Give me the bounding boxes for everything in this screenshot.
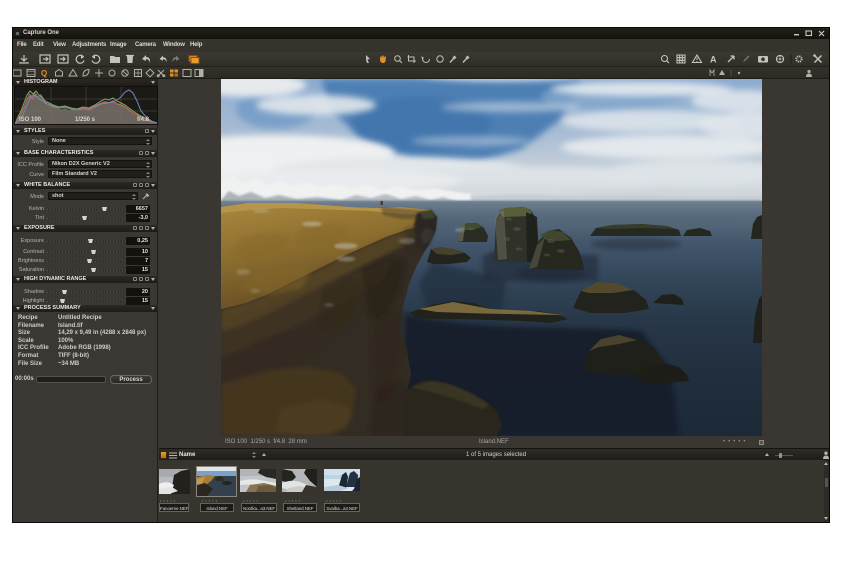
svg-text:ISO 100: ISO 100: [19, 117, 42, 123]
svg-text:Q: Q: [41, 69, 47, 78]
svg-text:1/250 s: 1/250 s: [75, 117, 96, 123]
svg-text:f/4.8: f/4.8: [137, 117, 150, 123]
svg-text:A: A: [710, 55, 717, 65]
